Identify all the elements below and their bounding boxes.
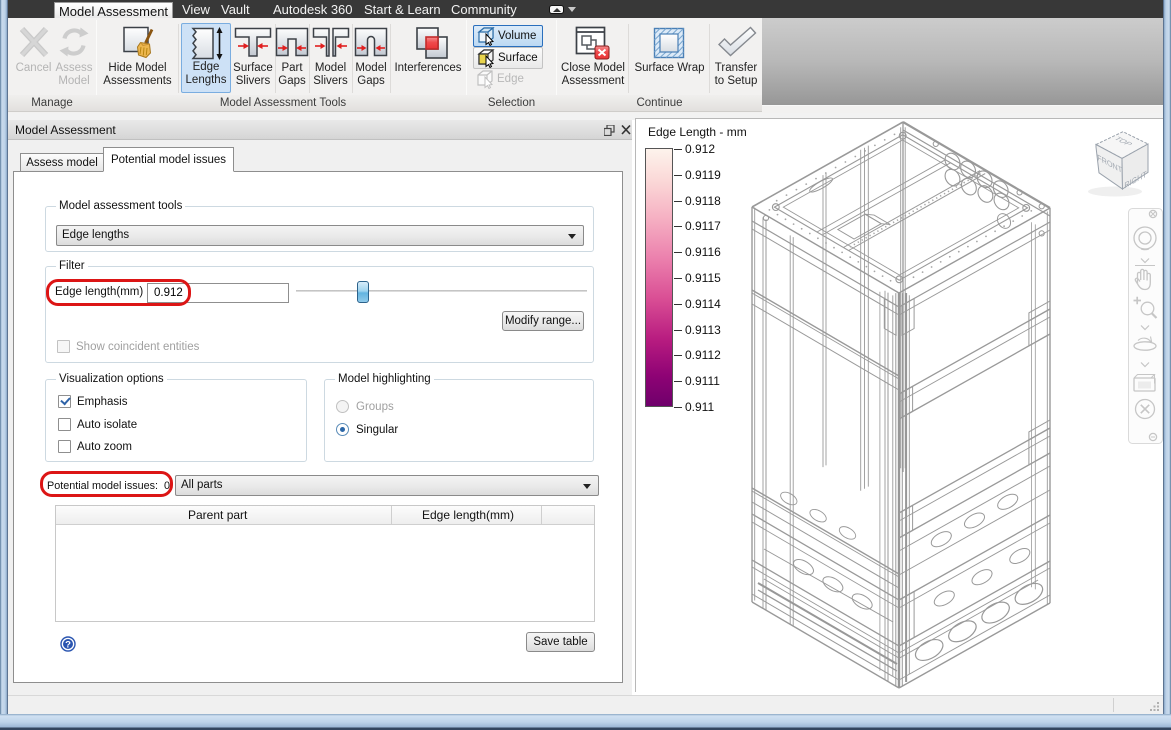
svg-text:?: ?	[65, 640, 71, 651]
